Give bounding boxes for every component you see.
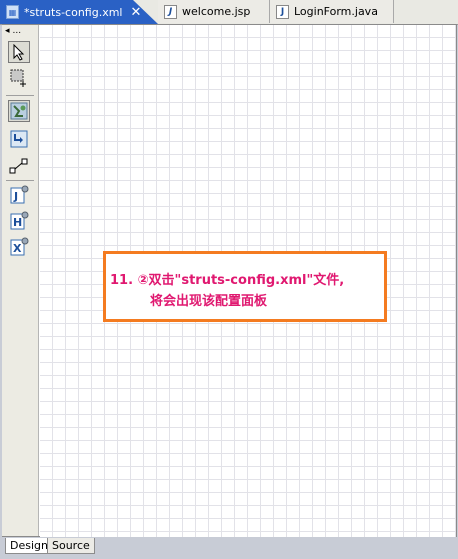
tab-struts-config[interactable]: ▦ *struts-config.xml ✕ <box>0 0 158 24</box>
forward-tool-button[interactable] <box>8 128 30 150</box>
tool-palette: ◂ ... J H X <box>2 25 39 536</box>
tab-welcome-jsp[interactable]: J welcome.jsp <box>158 0 270 23</box>
tab-loginform-java[interactable]: J LoginForm.java <box>270 0 394 23</box>
jsp-file-icon: J <box>164 4 177 19</box>
select-tool-button[interactable] <box>8 41 30 63</box>
pointer-arrow-icon <box>13 43 25 61</box>
svg-text:X: X <box>13 242 22 255</box>
collapse-arrow-icon[interactable]: ◂ <box>5 26 10 36</box>
tab-source[interactable]: Source <box>47 538 95 554</box>
tab-label: LoginForm.java <box>294 5 378 18</box>
action-mapping-icon <box>10 102 28 120</box>
connection-tool-button[interactable] <box>8 155 30 177</box>
palette-menu-dots[interactable]: ... <box>13 26 22 36</box>
svg-text:H: H <box>13 216 22 229</box>
palette-separator <box>6 180 34 181</box>
java-file-icon: J <box>276 4 289 19</box>
palette-header[interactable]: ◂ ... <box>2 25 38 37</box>
editor-tab-bar: ▦ *struts-config.xml ✕ J welcome.jsp J L… <box>0 0 458 25</box>
connection-icon <box>9 158 28 174</box>
xml-file-icon: ▦ <box>6 5 19 19</box>
action-mapping-tool-button[interactable] <box>8 100 30 122</box>
tab-design[interactable]: Design <box>5 538 53 554</box>
palette-separator <box>6 95 34 96</box>
jsp-page-icon: J <box>10 185 29 204</box>
instruction-callout: 11. ②双击"struts-config.xml"文件, 将会出现该配置面板 <box>103 251 387 322</box>
html-page-icon: H <box>10 211 29 230</box>
xml-page-icon: X <box>10 237 29 256</box>
callout-line-1: 11. ②双击"struts-config.xml"文件, <box>110 273 345 288</box>
jsp-page-tool-button[interactable]: J <box>8 184 30 206</box>
html-page-tool-button[interactable]: H <box>8 210 30 232</box>
marquee-tool-button[interactable] <box>8 67 30 89</box>
tab-label: welcome.jsp <box>182 5 251 18</box>
forward-icon <box>10 130 28 148</box>
xml-page-tool-button[interactable]: X <box>8 236 30 258</box>
marquee-select-icon <box>10 69 26 87</box>
tab-label: *struts-config.xml <box>24 5 123 19</box>
svg-text:J: J <box>13 190 18 203</box>
callout-line-2: 将会出现该配置面板 <box>150 294 268 309</box>
editor-page-tabs: Design Source <box>0 537 458 559</box>
close-icon[interactable]: ✕ <box>131 5 142 20</box>
